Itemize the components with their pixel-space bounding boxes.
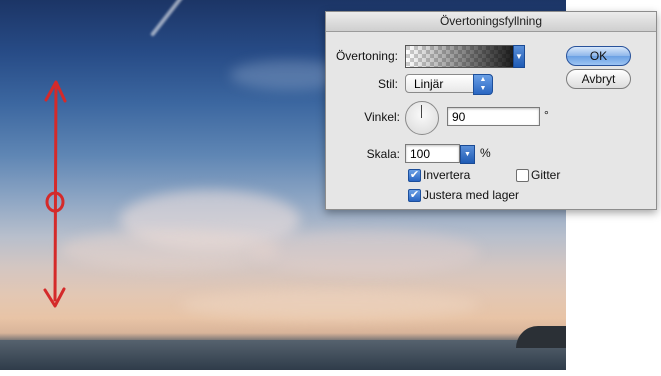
scale-dropdown-arrow-icon[interactable]: ▼ — [460, 145, 475, 164]
dither-checkbox[interactable] — [516, 169, 529, 182]
contrail — [149, 0, 191, 37]
align-with-layer-label: Justera med lager — [423, 188, 520, 202]
scale-unit: % — [480, 146, 491, 160]
gradient-picker[interactable] — [405, 45, 517, 68]
angle-dial[interactable] — [405, 101, 439, 135]
cloud — [180, 290, 480, 320]
sea — [0, 340, 566, 370]
coastline — [516, 326, 566, 348]
updown-arrows-icon[interactable]: ▲ ▼ — [473, 74, 493, 95]
cloud — [250, 230, 480, 275]
reverse-checkbox[interactable]: ✔ — [408, 169, 421, 182]
angle-label: Vinkel: — [364, 110, 400, 124]
scale-input[interactable]: 100 — [405, 144, 460, 163]
gradient-fill-dialog: Övertoningsfyllning Övertoning: ▼ Stil: … — [325, 11, 657, 210]
cancel-button[interactable]: Avbryt — [566, 69, 631, 89]
angle-needle — [421, 105, 422, 118]
reverse-label: Invertera — [423, 168, 471, 182]
align-with-layer-checkbox[interactable]: ✔ — [408, 189, 421, 202]
angle-input[interactable]: 90 — [447, 107, 540, 126]
angle-unit: ° — [544, 108, 549, 122]
gradient-label: Övertoning: — [335, 49, 398, 63]
style-value: Linjär — [414, 77, 444, 91]
style-select[interactable]: Linjär ▲ ▼ — [405, 74, 493, 95]
scale-label: Skala: — [366, 147, 400, 161]
ok-button[interactable]: OK — [566, 46, 631, 66]
cloud — [60, 230, 280, 270]
gradient-dropdown-arrow-icon[interactable]: ▼ — [513, 45, 525, 68]
dialog-title: Övertoningsfyllning — [326, 12, 656, 32]
style-label: Stil: — [377, 77, 398, 91]
dither-label: Gitter — [531, 168, 561, 182]
